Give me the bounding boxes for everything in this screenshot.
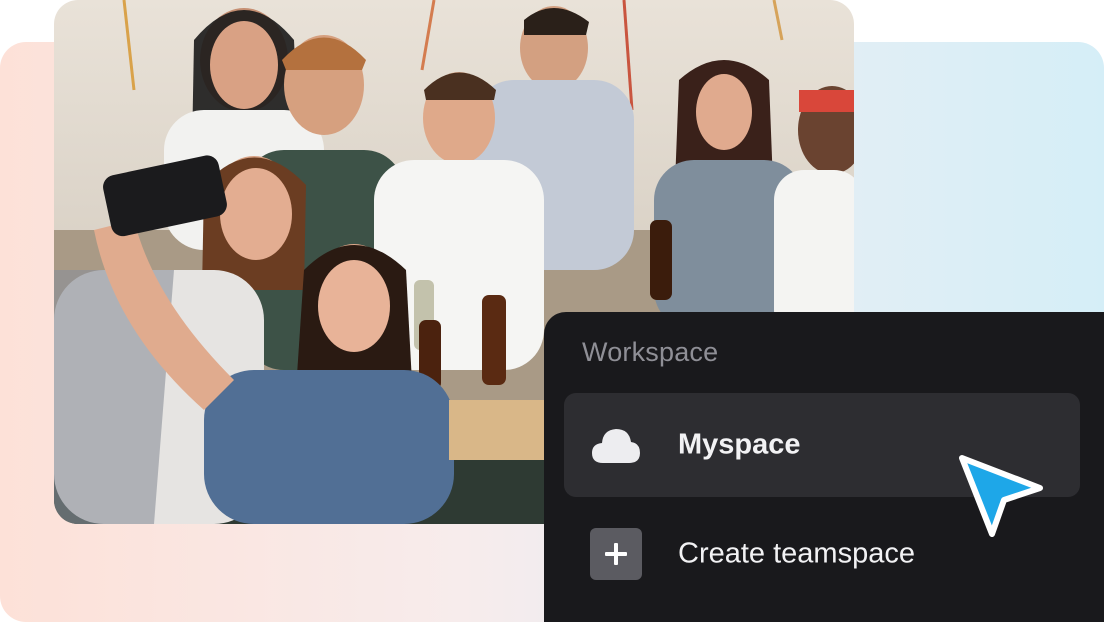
plus-icon	[590, 528, 642, 580]
workspace-item-label: Myspace	[678, 428, 801, 461]
workspace-item-label: Create teamspace	[678, 537, 915, 570]
plus-icon-wrapper	[590, 528, 642, 580]
workspace-title: Workspace	[582, 337, 719, 367]
pointer-cursor-icon	[956, 452, 1046, 542]
cloud-icon	[590, 419, 642, 471]
